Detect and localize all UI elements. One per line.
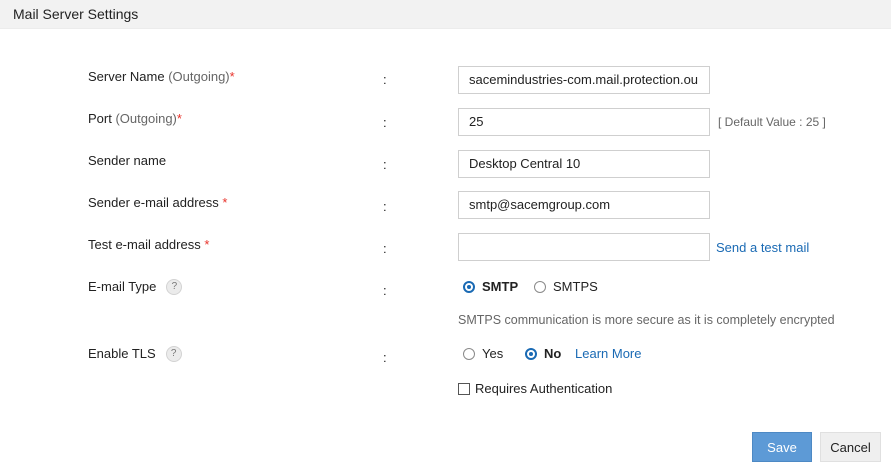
colon: : [383,199,387,214]
port-label-text: Port [88,111,112,126]
radio-checked-icon [525,347,537,360]
tls-yes-label: Yes [482,346,504,361]
server-name-hint: (Outgoing) [168,69,230,84]
email-type-smtps-radio[interactable]: SMTPS [534,279,598,294]
smtp-option-label: SMTP [482,279,519,294]
sender-email-label: Sender e-mail address * [88,195,227,210]
requires-authentication-label: Requires Authentication [475,381,613,396]
test-email-input[interactable] [458,233,710,261]
radio-unchecked-icon [463,347,475,360]
tls-no-label: No [544,346,562,361]
email-type-smtp-radio[interactable]: SMTP [463,279,518,294]
radio-checked-icon [463,280,475,293]
port-default-note: [ Default Value : 25 ] [718,115,826,129]
enable-tls-label-text: Enable TLS [88,346,156,361]
help-icon[interactable]: ? [165,345,182,362]
port-input[interactable]: 25 [458,108,710,136]
required-marker: * [204,237,210,252]
colon: : [383,283,387,298]
page-title: Mail Server Settings [13,6,139,22]
port-hint: (Outgoing) [115,111,177,126]
smtps-note: SMTPS communication is more secure as it… [458,313,835,327]
header-bar: Mail Server Settings [0,0,891,29]
radio-unchecked-icon [534,280,546,293]
colon: : [383,157,387,172]
save-button[interactable]: Save [752,432,812,462]
required-marker: * [176,111,182,126]
requires-authentication-checkbox[interactable]: Requires Authentication [458,381,612,396]
email-type-label-text: E-mail Type [88,279,157,294]
colon: : [383,72,387,87]
colon: : [383,115,387,130]
sender-email-label-text: Sender e-mail address [88,195,219,210]
colon: : [383,350,387,365]
email-type-label: E-mail Type? [88,278,183,296]
sender-name-input[interactable]: Desktop Central 10 [458,150,710,178]
port-label: Port (Outgoing)* [88,111,182,126]
smtps-option-label: SMTPS [553,279,598,294]
sender-email-input[interactable]: smtp@sacemgroup.com [458,191,710,219]
tls-yes-radio[interactable]: Yes [463,346,503,361]
checkbox-unchecked-icon [458,382,470,395]
tls-no-radio[interactable]: No [525,346,561,361]
required-marker: * [229,69,235,84]
send-test-mail-link[interactable]: Send a test mail [716,240,809,255]
test-email-label-text: Test e-mail address [88,237,201,252]
enable-tls-label: Enable TLS? [88,345,182,363]
server-name-label: Server Name (Outgoing)* [88,69,235,84]
required-marker: * [222,195,228,210]
colon: : [383,241,387,256]
test-email-label: Test e-mail address * [88,237,209,252]
learn-more-link[interactable]: Learn More [575,346,641,361]
cancel-button[interactable]: Cancel [820,432,881,462]
sender-name-label: Sender name [88,153,167,168]
help-icon[interactable]: ? [166,278,183,295]
server-name-label-text: Server Name [88,69,165,84]
server-name-input[interactable]: sacemindustries-com.mail.protection.ou [458,66,710,94]
